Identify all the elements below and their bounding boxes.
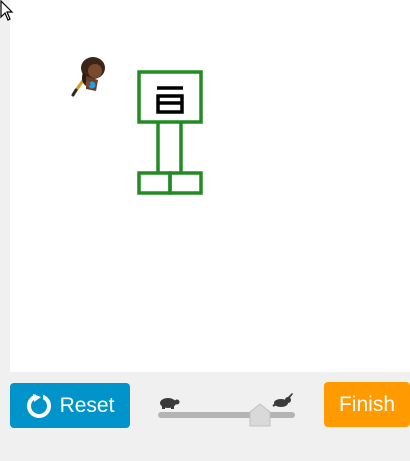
artist-character-icon [71,57,105,97]
drawing-canvas [10,0,410,372]
mouse-pointer-icon [0,0,14,21]
reset-button[interactable]: Reset [10,383,130,428]
speed-slider-thumb[interactable] [249,403,271,427]
drawing-right-foot [168,171,203,195]
controls-bar: Reset Finish [0,372,410,461]
speed-slider-track[interactable] [158,412,295,418]
speed-slider[interactable] [155,388,300,428]
reset-icon [26,392,51,418]
reset-label: Reset [59,393,115,417]
turtle-icon [160,398,180,409]
drawing-inner-glyph [156,86,184,114]
drawing-left-foot [137,171,172,195]
rabbit-icon [272,393,293,407]
finish-label: Finish [338,392,396,416]
finish-button[interactable]: Finish [324,382,410,427]
